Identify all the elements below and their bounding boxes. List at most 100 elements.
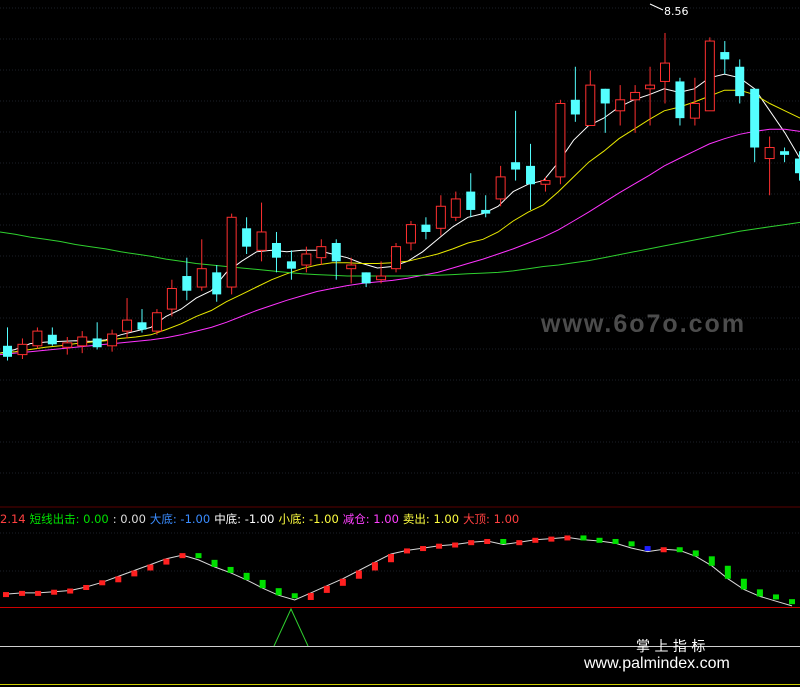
candle [47,327,57,346]
candle [361,272,371,288]
candle [704,37,715,112]
candle [77,331,88,354]
candle-body-down [780,151,790,155]
indicator-bar-up [532,537,539,543]
indicator-bar-down [756,589,763,597]
indicator-bar-up [67,588,74,594]
candle-body-up [62,342,73,348]
indicator-bar-up [323,585,330,593]
candle-body-up [689,102,700,119]
indicator-value-4: 中底: -1.00 [214,512,275,526]
candle-body-down [526,165,536,185]
candle [3,327,12,361]
candle [166,279,177,317]
candle-body-down [570,99,580,115]
indicator-bar-down [708,556,715,566]
candle-body-up [391,246,402,270]
candle-body-up [77,336,88,347]
candle [600,88,610,133]
high-price-label: 8.56 [664,5,689,18]
indicator-bar-up [468,540,475,546]
candle [151,309,162,335]
candle-body-up [301,253,312,266]
indicator-value-2: : 0.00 [112,512,146,526]
candle-body-up [107,333,118,347]
candle [630,85,641,133]
candle [391,242,402,273]
candle [107,329,118,352]
candle [540,176,551,192]
indicator-bar-down [740,578,747,590]
indicator-value-8: 大顶: 1.00 [463,512,520,526]
candle [689,77,700,126]
candle-body-up [450,198,461,218]
candle-body-down [675,81,685,119]
candle [435,195,446,236]
indicator-bar-up [355,570,362,579]
candle [466,173,476,218]
high-price-marker: 8.56 [649,3,689,18]
candle [526,143,536,210]
candle-body-up [615,99,626,112]
candle [780,147,790,163]
price-chart: 8.56 www.6o7o.com 掌 上 指 标 www.palmindex.… [0,3,800,685]
candle-body-up [32,330,43,347]
indicator-bar-up [404,548,411,554]
indicator-bar-down [772,594,779,600]
candle-body-down [331,242,341,262]
indicator-bar-down [789,599,795,605]
indicator-bar-up [99,580,106,586]
candle-body-down [735,66,745,97]
candle-body-up [495,176,506,200]
candle-body-up [435,205,446,229]
candle [256,202,267,262]
candle [286,250,296,280]
indicator-bar-up [516,540,523,546]
indicator-bar-down [211,559,218,567]
indicator-bar-down [275,588,282,596]
candle [242,217,252,254]
candle-body-down [600,88,610,104]
candle-body-down [182,276,192,291]
candle [764,136,775,196]
indicator-value-0: 2.14 [0,512,26,526]
candle-body-up [540,180,551,185]
signal-pulse-triangle [273,607,309,647]
watermark-6o7o: www.6o7o.com [540,310,746,338]
candle-body-down [212,272,222,295]
candle [615,85,626,126]
candle [316,239,327,266]
candle-body-up [555,102,566,178]
candle [271,231,281,273]
candle-body-down [361,272,371,284]
candle [137,309,147,333]
candle [795,151,800,181]
candle-body-up [405,224,416,244]
candle [17,338,28,360]
indicator-bar-up [548,536,555,542]
candle-body-down [137,322,147,330]
indicator-bar-up [51,589,58,595]
candle-body-down [750,88,760,148]
candle [720,41,730,75]
signal-pulse [273,607,309,647]
candle-body-up [645,84,656,90]
candle-body-down [92,338,102,348]
candle-body-down [47,334,57,345]
candle [735,59,745,104]
indicator-bar-down [724,565,731,579]
candle-body-up [122,319,133,332]
indicator-bar-down [500,538,507,544]
indicator-bar-up [3,592,9,598]
indicator-bar-down [243,572,250,580]
brand-url: www.palmindex.com [583,655,730,672]
brand-title: 掌 上 指 标 [636,639,705,655]
candle [585,70,596,126]
indicator-bar-up [339,578,346,586]
candle [555,99,566,185]
indicator-bar-down [692,550,699,557]
candle [196,239,207,291]
candle-body-up [704,40,715,112]
candle-body-up [226,216,237,288]
indicator-bar-up [179,553,186,559]
